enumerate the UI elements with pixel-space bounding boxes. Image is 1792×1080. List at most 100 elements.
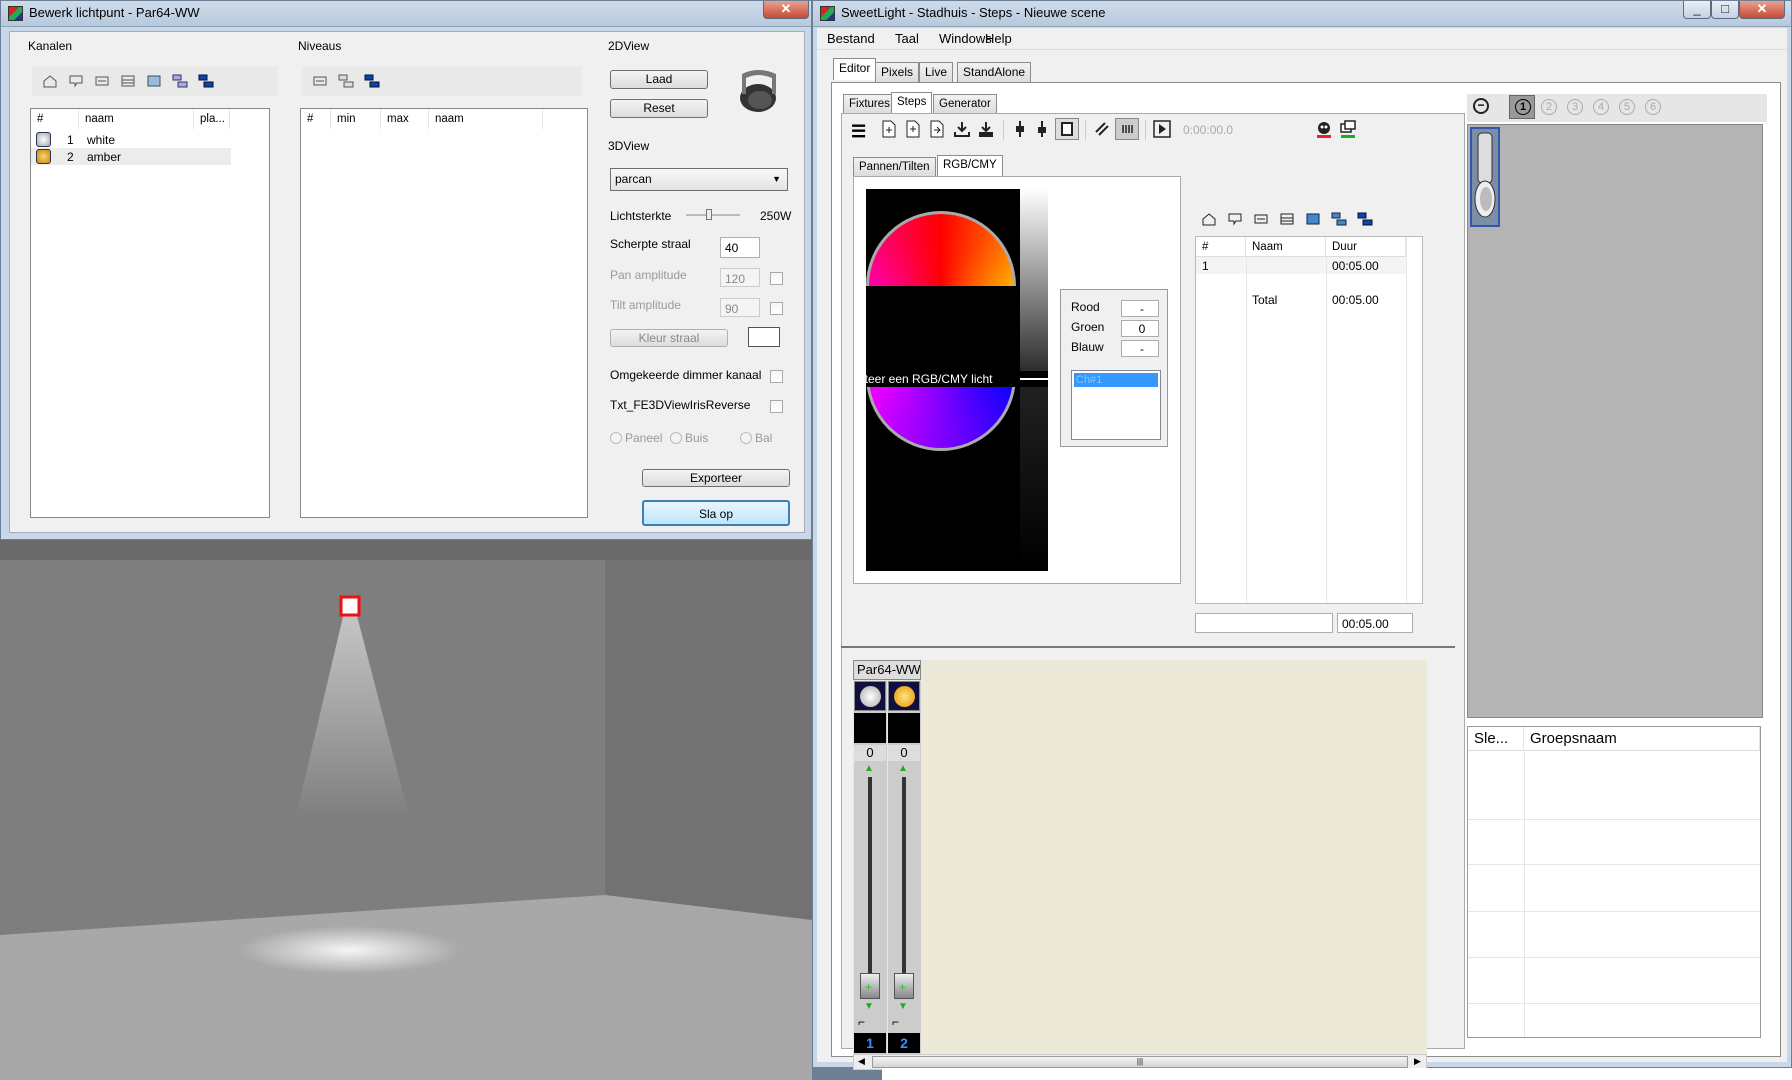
- col-header-groepsnaam[interactable]: Groepsnaam: [1524, 727, 1760, 751]
- list-item[interactable]: 2 amber: [31, 148, 231, 165]
- scroll-left-icon[interactable]: ◀: [858, 1056, 865, 1067]
- hierarchy-icon[interactable]: [338, 74, 356, 89]
- col-header-num[interactable]: #: [1196, 237, 1246, 257]
- home-icon[interactable]: [42, 74, 60, 89]
- stop-icon[interactable]: [1055, 118, 1079, 140]
- col-header-num[interactable]: #: [301, 109, 331, 129]
- sla-op-button[interactable]: Sla op: [642, 500, 790, 526]
- splitter[interactable]: [841, 646, 1455, 648]
- fixture-thumbnail[interactable]: [1470, 127, 1500, 227]
- radio-buis[interactable]: [670, 432, 682, 444]
- kanalen-list[interactable]: # naam pla... 1 white 2 amber: [30, 108, 270, 518]
- maximize-button[interactable]: □: [1711, 1, 1739, 19]
- fixture-preview-area[interactable]: [1467, 124, 1763, 718]
- comment-icon[interactable]: [1227, 212, 1245, 227]
- new-file-icon[interactable]: [881, 120, 897, 141]
- down-arrow-icon[interactable]: ▼: [864, 1001, 874, 1012]
- page-4-button[interactable]: 4: [1593, 99, 1609, 115]
- up-arrow-icon[interactable]: ▲: [898, 763, 908, 774]
- list-icon[interactable]: [1253, 212, 1271, 227]
- comment-icon[interactable]: [68, 74, 86, 89]
- step-duration-field[interactable]: 00:05.00: [1337, 613, 1413, 633]
- record-icon[interactable]: [1315, 120, 1333, 141]
- table-icon[interactable]: [120, 74, 138, 89]
- list-icon[interactable]: [312, 74, 330, 89]
- window-titlebar[interactable]: Bewerk lichtpunt - Par64-WW ✕: [1, 1, 811, 27]
- tab-steps[interactable]: Steps: [891, 92, 933, 113]
- bars-icon[interactable]: [1115, 118, 1139, 140]
- windows-icon[interactable]: [1339, 120, 1357, 141]
- slider-thumb[interactable]: [706, 209, 712, 220]
- fader-left-icon[interactable]: [1013, 120, 1027, 141]
- pan-checkbox[interactable]: [770, 272, 783, 285]
- brightness-marker[interactable]: [1020, 378, 1048, 380]
- tab-editor[interactable]: Editor: [833, 58, 877, 80]
- tab-generator[interactable]: Generator: [933, 94, 997, 113]
- hierarchy-icon[interactable]: [1331, 212, 1349, 227]
- menu-help[interactable]: Help: [985, 31, 1012, 46]
- curve-icon[interactable]: ⌐: [892, 1015, 899, 1029]
- table-row[interactable]: Total 00:05.00: [1196, 291, 1406, 308]
- fixture-header[interactable]: Par64-WW: [853, 660, 921, 680]
- fader-thumb[interactable]: +: [860, 973, 880, 999]
- niveaus-list[interactable]: # min max naam: [300, 108, 588, 518]
- copy-file-icon[interactable]: [905, 120, 921, 141]
- steps-table[interactable]: # Naam Duur 1 00:05.00 Total 00:05.00: [1195, 236, 1423, 604]
- page-1-button[interactable]: 1: [1509, 95, 1535, 119]
- col-header-max[interactable]: max: [381, 109, 429, 129]
- scroll-thumb[interactable]: |||: [872, 1056, 1408, 1068]
- close-button[interactable]: ✕: [1739, 1, 1785, 19]
- minus-circle-icon[interactable]: −: [1473, 98, 1489, 114]
- tab-pannen-tilten[interactable]: Pannen/Tilten: [853, 157, 936, 176]
- import-file-icon[interactable]: [929, 120, 945, 141]
- lichtsterkte-slider[interactable]: [686, 208, 740, 224]
- col-header-duur[interactable]: Duur: [1326, 237, 1406, 257]
- groen-input[interactable]: 0: [1121, 320, 1159, 337]
- tab-pixels[interactable]: Pixels: [875, 62, 920, 82]
- hierarchy-dark-icon[interactable]: [1357, 212, 1375, 227]
- home-icon[interactable]: [1201, 212, 1219, 227]
- reset-button[interactable]: Reset: [610, 99, 708, 118]
- menu-bestand[interactable]: Bestand: [827, 31, 875, 46]
- col-header-sle[interactable]: Sle...: [1468, 727, 1524, 751]
- window-titlebar[interactable]: SweetLight - Stadhuis - Steps - Nieuwe s…: [813, 1, 1791, 27]
- col-header-naam[interactable]: Naam: [1246, 237, 1326, 257]
- col-header-naam[interactable]: naam: [429, 109, 543, 129]
- 3d-viewport[interactable]: [0, 540, 812, 1080]
- laad-button[interactable]: Laad: [610, 70, 708, 89]
- page-5-button[interactable]: 5: [1619, 99, 1635, 115]
- link-icon[interactable]: [1093, 120, 1111, 141]
- channel-list[interactable]: Ch#1: [1071, 370, 1161, 440]
- color-swatch[interactable]: [748, 327, 780, 347]
- fixture-marker[interactable]: [339, 595, 361, 617]
- col-header-pla[interactable]: pla...: [194, 109, 230, 129]
- list-icon[interactable]: [94, 74, 112, 89]
- kleur-straal-button[interactable]: Kleur straal: [610, 329, 728, 347]
- hierarchy-dark-icon[interactable]: [364, 74, 382, 89]
- page-6-button[interactable]: 6: [1645, 99, 1661, 115]
- close-button[interactable]: ✕: [763, 1, 809, 19]
- color-wheel-canvas[interactable]: ecteer een RGB/CMY licht: [866, 189, 1048, 571]
- window-icon[interactable]: [1305, 212, 1323, 227]
- scherpte-input[interactable]: 40: [720, 237, 760, 258]
- fader-right-icon[interactable]: [1035, 120, 1049, 141]
- list-item[interactable]: Ch#1: [1074, 373, 1158, 387]
- tab-rgb-cmy[interactable]: RGB/CMY: [937, 155, 1003, 176]
- col-header-naam[interactable]: naam: [79, 109, 194, 129]
- down-arrow-icon[interactable]: ▼: [898, 1001, 908, 1012]
- tab-standalone[interactable]: StandAlone: [957, 62, 1032, 82]
- page-3-button[interactable]: 3: [1567, 99, 1583, 115]
- page-2-button[interactable]: 2: [1541, 99, 1557, 115]
- up-arrow-icon[interactable]: ▲: [864, 763, 874, 774]
- tilt-checkbox[interactable]: [770, 302, 783, 315]
- hierarchy-dark-icon[interactable]: [198, 74, 216, 89]
- radio-bal[interactable]: [740, 432, 752, 444]
- menu-icon[interactable]: ☰: [851, 122, 866, 142]
- groups-table[interactable]: Sle... Groepsnaam: [1467, 726, 1761, 1038]
- tab-live[interactable]: Live: [919, 62, 954, 82]
- rood-input[interactable]: -: [1121, 300, 1159, 317]
- list-item[interactable]: 1 white: [31, 131, 231, 148]
- iris-reverse-checkbox[interactable]: [770, 400, 783, 413]
- table-icon[interactable]: [1279, 212, 1297, 227]
- window-icon[interactable]: [146, 74, 164, 89]
